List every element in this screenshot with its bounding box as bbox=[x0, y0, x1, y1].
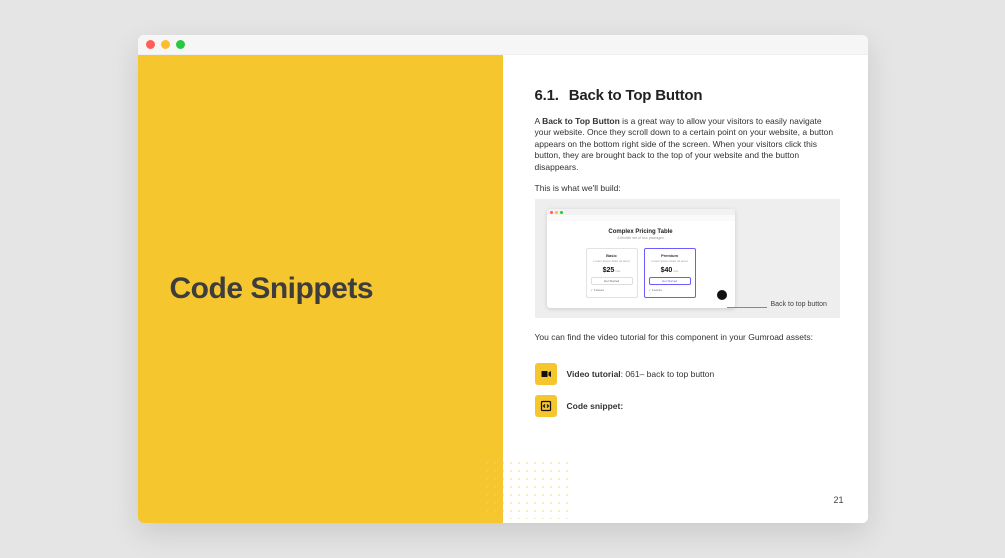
build-label: This is what we'll build: bbox=[535, 183, 840, 193]
window-titlebar bbox=[138, 35, 868, 55]
chapter-title: Code Snippets bbox=[170, 272, 374, 306]
mock-body: Complex Pricing Table A flexible set of … bbox=[547, 221, 735, 308]
right-page: 6.1. Back to Top Button A Back to Top But… bbox=[503, 55, 868, 523]
section-title: Back to Top Button bbox=[569, 87, 703, 104]
video-tutorial-value: : 061– back to top button bbox=[621, 369, 715, 379]
pricing-card-basic: Basic Lorem ipsum dolor sit amet $25/mo … bbox=[586, 248, 638, 298]
video-tutorial-text: Video tutorial: 061– back to top button bbox=[567, 369, 715, 379]
intro-prefix: A bbox=[535, 116, 543, 126]
plan-name: Basic bbox=[591, 253, 633, 258]
callout-label: Back to top button bbox=[771, 301, 827, 308]
plan-feature: Feature bbox=[591, 288, 633, 292]
left-page: Code Snippets bbox=[138, 55, 503, 523]
back-to-top-button-mock bbox=[717, 290, 727, 300]
callout-line bbox=[727, 307, 767, 308]
plan-cta: Get Started bbox=[591, 277, 633, 285]
section-number: 6.1. bbox=[535, 87, 559, 104]
code-snippet-row: Code snippet: bbox=[535, 395, 840, 417]
pricing-cards: Basic Lorem ipsum dolor sit amet $25/mo … bbox=[555, 248, 727, 298]
mock-page-subtitle: A flexible set of four packages bbox=[555, 236, 727, 240]
plan-price: $40/mo bbox=[649, 267, 691, 274]
video-icon bbox=[535, 363, 557, 385]
mock-page-title: Complex Pricing Table bbox=[555, 229, 727, 235]
close-icon[interactable] bbox=[146, 40, 155, 49]
document-spread: Code Snippets 6.1. Back to Top Button A B… bbox=[138, 55, 868, 523]
gumroad-paragraph: You can find the video tutorial for this… bbox=[535, 332, 840, 343]
maximize-icon[interactable] bbox=[176, 40, 185, 49]
mock-close-icon bbox=[550, 211, 553, 214]
video-tutorial-label: Video tutorial bbox=[567, 369, 621, 379]
plan-desc: Lorem ipsum dolor sit amet bbox=[591, 260, 633, 264]
plan-desc: Lorem ipsum dolor sit amet bbox=[649, 260, 691, 264]
page-number: 21 bbox=[833, 495, 843, 505]
video-tutorial-row: Video tutorial: 061– back to top button bbox=[535, 363, 840, 385]
intro-bold: Back to Top Button bbox=[542, 116, 620, 126]
minimize-icon[interactable] bbox=[161, 40, 170, 49]
pricing-card-premium: Premium Lorem ipsum dolor sit amet $40/m… bbox=[644, 248, 696, 298]
plan-price: $25/mo bbox=[591, 267, 633, 274]
code-snippet-label: Code snippet: bbox=[567, 401, 624, 411]
code-icon bbox=[535, 395, 557, 417]
preview-figure: Complex Pricing Table A flexible set of … bbox=[535, 199, 840, 318]
browser-mock: Complex Pricing Table A flexible set of … bbox=[547, 209, 735, 308]
app-window: Code Snippets 6.1. Back to Top Button A B… bbox=[138, 35, 868, 523]
plan-feature: Feature bbox=[649, 288, 691, 292]
plan-name: Premium bbox=[649, 253, 691, 258]
mock-minimize-icon bbox=[555, 211, 558, 214]
section-heading: 6.1. Back to Top Button bbox=[535, 87, 840, 104]
intro-paragraph: A Back to Top Button is a great way to a… bbox=[535, 116, 840, 173]
plan-cta: Get Started bbox=[649, 277, 691, 285]
code-snippet-text: Code snippet: bbox=[567, 401, 624, 411]
mock-maximize-icon bbox=[560, 211, 563, 214]
